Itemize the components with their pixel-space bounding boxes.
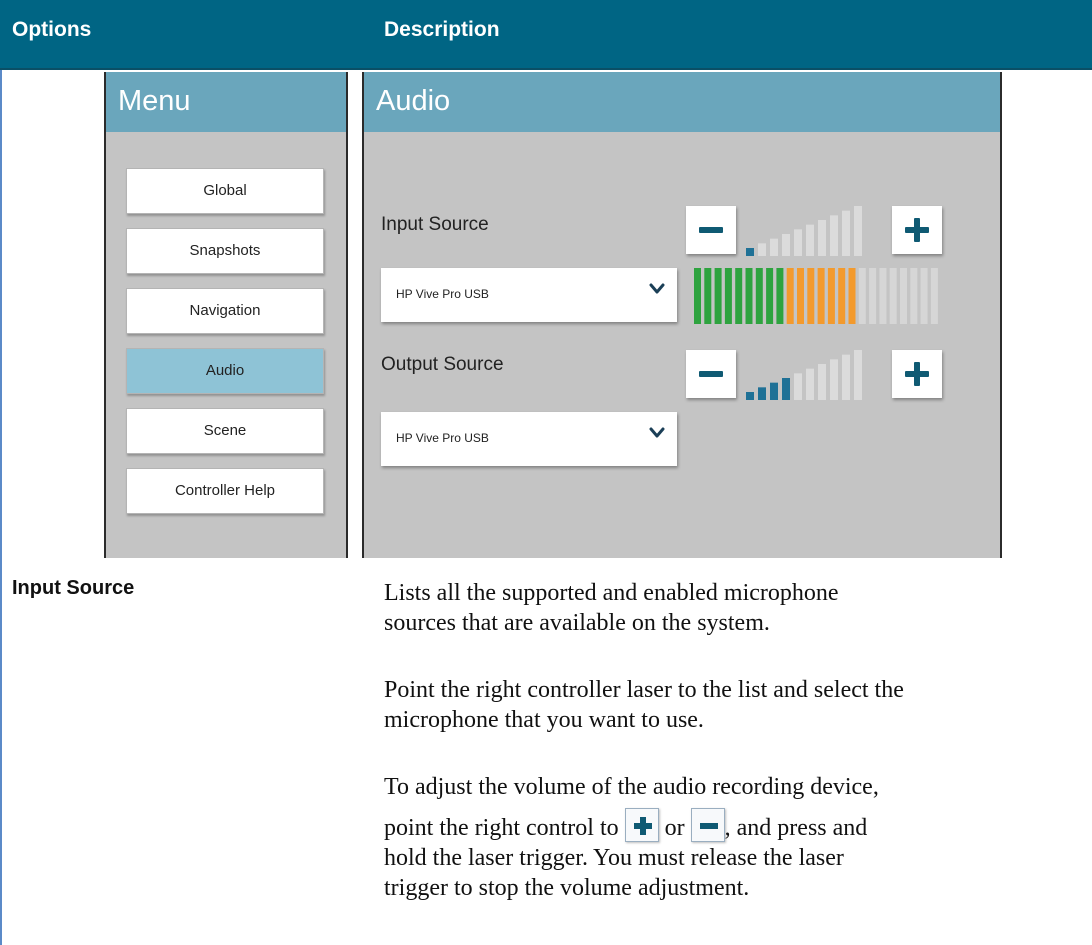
description-line: microphone that you want to use. [384, 707, 704, 733]
volume-bar-inactive [818, 220, 826, 256]
meter-bar-green [724, 268, 732, 324]
output-source-selected: HP Vive Pro USB [396, 431, 489, 445]
input-volume-down-button[interactable] [686, 206, 736, 254]
volume-bar-active [770, 382, 778, 400]
meter-bar-orange [786, 268, 794, 324]
table-header-row: Options Description [0, 0, 1092, 70]
meter-bar-orange [838, 268, 846, 324]
volume-bar-inactive [842, 210, 850, 256]
description-line: Point the right controller laser to the … [384, 677, 904, 703]
meter-bar-empty [889, 268, 897, 324]
meter-bar-green [766, 268, 774, 324]
meter-bar-empty [869, 268, 877, 324]
description-paragraph-3: To adjust the volume of the audio record… [384, 772, 1090, 903]
output-volume-down-button[interactable] [686, 350, 736, 398]
description-paragraph-1: Lists all the supported and enabled micr… [384, 578, 1090, 638]
plus-icon [905, 218, 929, 242]
volume-bar-inactive [818, 364, 826, 400]
meter-bar-orange [848, 268, 856, 324]
volume-bar-active [782, 378, 790, 400]
meter-bar-empty [900, 268, 907, 324]
meter-bar-empty [930, 268, 938, 324]
output-volume-bars [746, 350, 862, 400]
meter-bar-green [755, 268, 763, 324]
option-name: Input Source [12, 577, 135, 599]
volume-bar-inactive [794, 229, 802, 256]
meter-bar-green [735, 268, 743, 324]
menu-panel: Menu Global Snapshots Navigation Audio S… [104, 72, 348, 558]
plus-icon [633, 817, 652, 835]
meter-bar-empty [910, 268, 918, 324]
volume-bar-inactive [830, 359, 838, 400]
meter-bar-empty [858, 268, 866, 324]
description-line: sources that are available on the system… [384, 610, 770, 636]
meter-bar-orange [827, 268, 835, 324]
output-source-dropdown[interactable]: HP Vive Pro USB [381, 412, 677, 466]
inline-plus-button-image [624, 808, 659, 842]
header-description: Description [384, 18, 500, 41]
description-paragraph-2: Point the right controller laser to the … [384, 675, 1090, 735]
menu-item-controller-help[interactable]: Controller Help [126, 468, 324, 514]
meter-bar-green [704, 268, 712, 324]
description-line: trigger to stop the volume adjustment. [384, 875, 750, 901]
minus-icon [699, 227, 723, 233]
volume-bar-inactive [770, 238, 778, 256]
meter-bar-green [714, 268, 722, 324]
minus-icon [699, 371, 723, 377]
description-line: point the right control to or , and pres… [384, 808, 1090, 843]
description-text: point the right control to [384, 815, 619, 841]
meter-bar-empty [879, 268, 887, 324]
description-line: hold the laser trigger. You must release… [384, 845, 844, 871]
meter-bar-orange [817, 268, 825, 324]
input-source-label: Input Source [381, 214, 489, 235]
table-border-left [0, 0, 2, 945]
meter-bar-empty [920, 268, 928, 324]
volume-bar-inactive [806, 368, 814, 400]
meter-bar-green [745, 268, 753, 324]
menu-item-scene[interactable]: Scene [126, 408, 324, 454]
meter-bar-orange [807, 268, 815, 324]
input-volume-bars [746, 206, 862, 256]
meter-bar-orange [797, 268, 804, 324]
input-source-dropdown[interactable]: HP Vive Pro USB [381, 268, 677, 322]
chevron-down-icon [649, 283, 665, 294]
description-line: To adjust the volume of the audio record… [384, 774, 879, 800]
menu-item-global[interactable]: Global [126, 168, 324, 214]
menu-item-snapshots[interactable]: Snapshots [126, 228, 324, 274]
menu-item-audio[interactable]: Audio [126, 348, 324, 394]
plus-icon [905, 362, 929, 386]
input-level-meter [694, 268, 938, 324]
volume-bar-active [758, 387, 766, 400]
inline-minus-button-image [690, 808, 725, 842]
input-source-selected: HP Vive Pro USB [396, 287, 489, 301]
volume-bar-inactive [854, 206, 862, 256]
menu-item-navigation[interactable]: Navigation [126, 288, 324, 334]
volume-bar-inactive [806, 224, 814, 256]
header-options: Options [12, 18, 92, 41]
chevron-down-icon [649, 427, 665, 438]
volume-bar-inactive [794, 373, 802, 400]
output-source-label: Output Source [381, 354, 504, 375]
description-text: , and press and [724, 815, 868, 841]
volume-bar-active [746, 248, 754, 256]
volume-bar-inactive [842, 354, 850, 400]
volume-bar-inactive [758, 243, 766, 256]
minus-icon [699, 823, 718, 829]
output-volume-up-button[interactable] [892, 350, 942, 398]
audio-panel: Audio Input Source HP Vive Pro USB Outpu… [362, 72, 1002, 558]
meter-bar-green [694, 268, 701, 324]
volume-bar-inactive [782, 234, 790, 256]
meter-bar-green [776, 268, 784, 324]
volume-bar-active [746, 392, 754, 400]
volume-bar-inactive [854, 350, 862, 400]
input-volume-up-button[interactable] [892, 206, 942, 254]
menu-title: Menu [106, 72, 346, 132]
volume-bar-inactive [830, 215, 838, 256]
description-text: or [664, 815, 685, 841]
description-line: Lists all the supported and enabled micr… [384, 580, 839, 606]
audio-title: Audio [364, 72, 1000, 132]
